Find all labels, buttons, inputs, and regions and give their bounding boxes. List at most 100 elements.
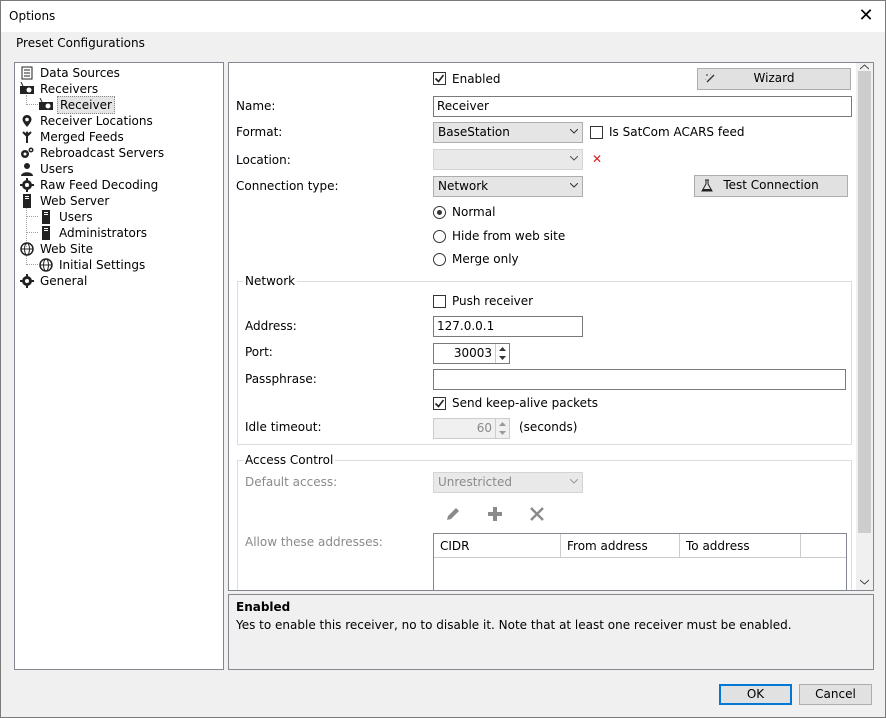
column-header-to-address[interactable]: To address xyxy=(680,534,801,558)
network-group-title: Network xyxy=(243,274,298,288)
tree-item-label: Data Sources xyxy=(40,66,120,80)
satcom-label: Is SatCom ACARS feed xyxy=(609,125,745,139)
tree-item-label: Merged Feeds xyxy=(40,130,124,144)
tree-item-label: General xyxy=(40,274,88,288)
scroll-down-icon[interactable] xyxy=(860,579,869,585)
idle-stepper[interactable] xyxy=(495,419,509,438)
gears-icon xyxy=(21,147,34,158)
chevron-down-icon xyxy=(570,129,578,134)
scrollbar-thumb[interactable] xyxy=(858,71,871,533)
passphrase-field[interactable] xyxy=(433,369,846,390)
column-header-from-address[interactable]: From address xyxy=(561,534,680,558)
port-field[interactable]: 30003 xyxy=(433,343,510,364)
location-select[interactable] xyxy=(433,149,583,170)
radio-merge-label: Merge only xyxy=(452,252,519,266)
options-window: Options ✕ Preset Configurations Data Sou… xyxy=(0,0,886,718)
tree-item-label: Rebroadcast Servers xyxy=(40,146,165,160)
idle-timeout-label: Idle timeout: xyxy=(245,420,322,434)
close-icon[interactable]: ✕ xyxy=(853,3,879,29)
default-access-value: Unrestricted xyxy=(438,475,512,489)
ok-button[interactable]: OK xyxy=(719,684,792,705)
server-icon xyxy=(23,194,31,208)
help-text: Yes to enable this receiver, no to disab… xyxy=(236,618,792,632)
connection-type-value: Network xyxy=(438,179,489,193)
format-select[interactable]: BaseStation xyxy=(433,122,583,143)
name-field[interactable]: Receiver xyxy=(433,96,852,117)
idle-timeout-value: 60 xyxy=(476,421,492,435)
name-label: Name: xyxy=(236,99,276,113)
default-access-label: Default access: xyxy=(245,475,338,489)
keepalive-checkbox[interactable] xyxy=(433,397,446,410)
radio-merge-only[interactable] xyxy=(433,253,446,266)
chevron-up-icon xyxy=(499,347,506,351)
edit-icon[interactable] xyxy=(445,506,461,522)
options-tree: Data Sources Receivers Receiver Receiver… xyxy=(14,62,224,670)
tree-item-label: Receiver xyxy=(57,96,115,114)
keepalive-label: Send keep-alive packets xyxy=(452,396,599,410)
tree-item-label: Initial Settings xyxy=(59,258,146,272)
map-pin-icon xyxy=(22,115,32,127)
chevron-down-icon xyxy=(499,431,506,435)
users-icon xyxy=(21,163,33,176)
scroll-up-icon[interactable] xyxy=(860,64,869,70)
port-stepper[interactable] xyxy=(495,344,509,363)
location-label: Location: xyxy=(236,153,291,167)
enabled-checkbox[interactable] xyxy=(433,72,446,85)
port-value: 30003 xyxy=(453,346,492,360)
allow-addresses-grid[interactable]: CIDR From address To address xyxy=(433,533,847,590)
radio-hide-from-web-site[interactable] xyxy=(433,230,446,243)
tree-item-label: Receivers xyxy=(40,82,99,96)
chevron-up-icon xyxy=(499,422,506,426)
chevron-down-icon xyxy=(570,156,578,161)
cancel-button[interactable]: Cancel xyxy=(799,684,872,705)
wizard-button[interactable]: Wizard xyxy=(697,68,851,90)
gear-icon xyxy=(20,274,34,288)
push-receiver-label: Push receiver xyxy=(452,294,534,308)
wand-icon xyxy=(705,74,715,83)
push-receiver-checkbox[interactable] xyxy=(433,295,446,308)
idle-timeout-field[interactable]: 60 xyxy=(433,418,510,439)
format-label: Format: xyxy=(236,125,283,139)
gear-icon xyxy=(20,178,34,192)
idle-timeout-units: (seconds) xyxy=(519,420,578,434)
document-icon xyxy=(21,66,33,80)
wizard-label: Wizard xyxy=(753,71,795,85)
tree-item-label: Web Site xyxy=(40,242,94,256)
preset-configurations-menu[interactable]: Preset Configurations xyxy=(16,36,145,50)
tree-item-label: Users xyxy=(59,210,93,224)
flask-icon xyxy=(701,179,713,192)
radio-hide-label: Hide from web site xyxy=(452,229,566,243)
allow-addresses-label: Allow these addresses: xyxy=(245,535,383,549)
format-value: BaseStation xyxy=(438,125,510,139)
connection-type-select[interactable]: Network xyxy=(433,176,583,197)
tree-item-label: Raw Feed Decoding xyxy=(40,178,159,192)
chevron-down-icon xyxy=(499,356,506,360)
help-title: Enabled xyxy=(236,600,291,614)
add-icon[interactable] xyxy=(487,506,503,522)
radio-normal-label: Normal xyxy=(452,205,496,219)
connection-type-label: Connection type: xyxy=(236,179,339,193)
radio-normal[interactable] xyxy=(433,206,446,219)
test-connection-label: Test Connection xyxy=(723,178,819,192)
test-connection-button[interactable]: Test Connection xyxy=(694,175,848,197)
receiver-icon xyxy=(20,82,34,94)
delete-icon[interactable] xyxy=(529,506,545,522)
help-panel: Enabled Yes to enable this receiver, no … xyxy=(228,594,874,670)
column-header-filler xyxy=(801,534,846,558)
chevron-down-icon xyxy=(570,479,578,484)
tree-item-label: Receiver Locations xyxy=(40,114,153,128)
tree-item-label: Web Server xyxy=(40,194,110,208)
address-label: Address: xyxy=(245,319,297,333)
default-access-select[interactable]: Unrestricted xyxy=(433,472,583,493)
tree-item-label: Users xyxy=(40,162,74,176)
chevron-down-icon xyxy=(570,183,578,188)
vertical-scrollbar[interactable] xyxy=(856,63,873,590)
merge-icon xyxy=(22,131,32,143)
server-icon xyxy=(42,210,50,224)
receiver-settings-panel: Enabled Wizard Name: Receiver Format: Ba… xyxy=(228,62,874,591)
access-control-title: Access Control xyxy=(243,453,336,467)
column-header-cidr[interactable]: CIDR xyxy=(434,534,561,558)
port-label: Port: xyxy=(245,345,273,359)
address-field[interactable]: 127.0.0.1 xyxy=(433,316,583,337)
satcom-checkbox[interactable] xyxy=(590,126,603,139)
